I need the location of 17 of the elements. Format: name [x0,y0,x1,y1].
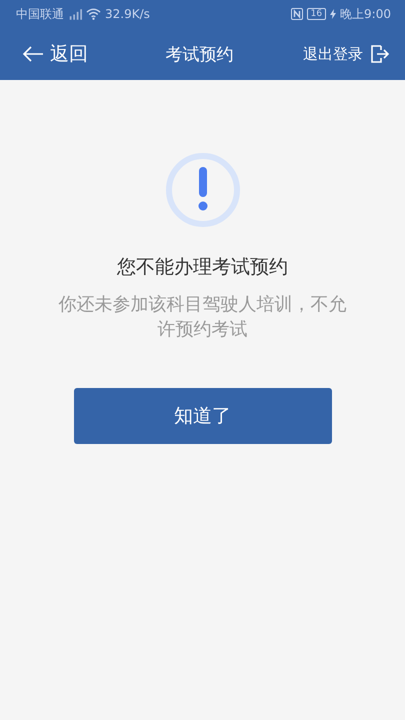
network-speed: 32.9K/s [105,7,150,21]
nfc-icon [290,8,303,20]
logout-button[interactable]: 退出登录 [303,44,389,64]
notice-title: 您不能办理考试预约 [117,255,288,280]
confirm-button[interactable]: 知道了 [74,388,332,444]
logout-icon [371,45,389,63]
signal-icon [68,8,82,20]
back-arrow-icon [22,46,44,62]
notice-message: 你还未参加该科目驾驶人培训，不允许预约考试 [58,293,348,342]
page-title: 考试预约 [166,44,234,66]
charging-icon [330,9,336,19]
warning-icon [164,152,240,228]
battery-level: 16 [306,8,326,20]
carrier: 中国联通 [16,6,64,22]
back-button[interactable]: 返回 [22,41,88,67]
wifi-icon [86,8,101,20]
clock: 晚上9:00 [340,6,391,22]
